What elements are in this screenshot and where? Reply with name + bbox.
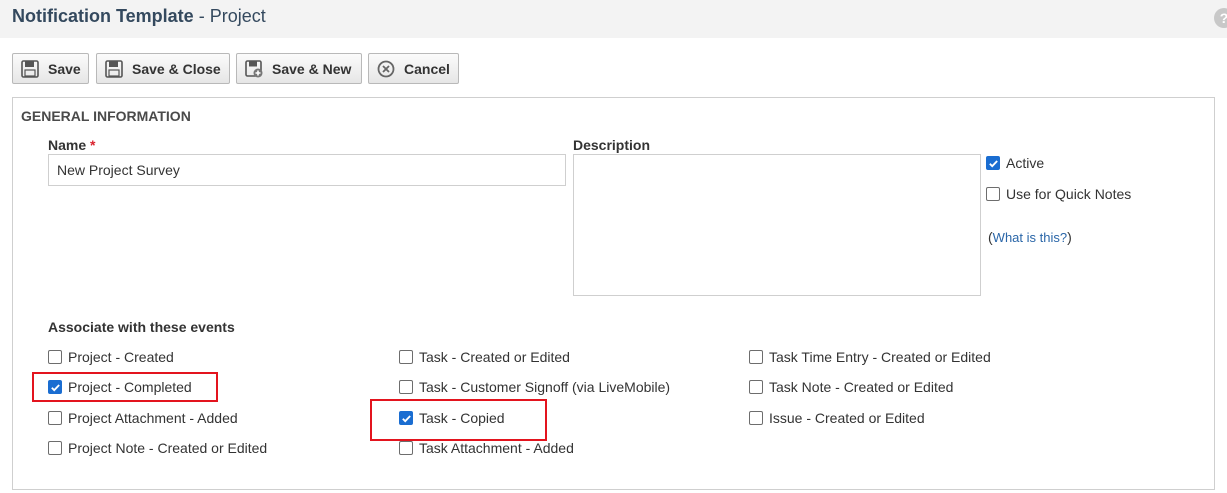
event-label: Task - Customer Signoff (via LiveMobile) (419, 379, 671, 395)
quick-notes-checkbox[interactable]: Use for Quick Notes (986, 186, 1131, 202)
checkbox-empty-icon (749, 411, 763, 425)
floppy-disk-icon (21, 59, 39, 78)
name-label: Name * (48, 137, 95, 153)
description-textarea[interactable] (573, 154, 981, 296)
active-label: Active (1006, 155, 1045, 171)
checkbox-empty-icon (749, 350, 763, 364)
event-checkbox-project-note-created-edited[interactable]: Project Note - Created or Edited (48, 440, 267, 456)
checkbox-empty-icon (749, 380, 763, 394)
event-label: Task Attachment - Added (419, 440, 574, 456)
general-information-panel: GENERAL INFORMATION Name * Description A… (12, 97, 1215, 490)
event-label: Task Note - Created or Edited (769, 379, 954, 395)
event-checkbox-task-time-entry[interactable]: Task Time Entry - Created or Edited (749, 349, 991, 365)
highlight-box-task-copied (370, 399, 547, 441)
name-label-text: Name (48, 137, 87, 153)
event-checkbox-task-created-edited[interactable]: Task - Created or Edited (399, 349, 570, 365)
cancel-button[interactable]: Cancel (368, 53, 459, 84)
page-title: Notification Template - Project (12, 6, 266, 27)
event-checkbox-task-note[interactable]: Task Note - Created or Edited (749, 379, 953, 395)
event-label: Project - Created (68, 349, 174, 365)
cancel-circle-icon (377, 60, 395, 78)
event-label: Task Time Entry - Created or Edited (769, 349, 991, 365)
checkbox-empty-icon (986, 187, 1000, 201)
event-checkbox-project-created[interactable]: Project - Created (48, 349, 174, 365)
page-title-sub: Project (209, 6, 266, 26)
description-label: Description (573, 137, 651, 153)
what-is-this-line: (What is this?) (988, 229, 1072, 245)
save-button-label: Save (48, 60, 81, 77)
floppy-disk-icon (105, 59, 123, 78)
event-checkbox-task-customer-signoff[interactable]: Task - Customer Signoff (via LiveMobile) (399, 379, 670, 395)
what-is-this-link[interactable]: What is this? (993, 230, 1067, 245)
event-checkbox-task-attachment-added[interactable]: Task Attachment - Added (399, 440, 574, 456)
save-close-button[interactable]: Save & Close (96, 53, 230, 84)
event-label: Issue - Created or Edited (769, 410, 925, 426)
events-title: Associate with these events (48, 319, 235, 335)
save-close-button-label: Save & Close (132, 60, 221, 77)
active-checkbox[interactable]: Active (986, 155, 1044, 171)
checkbox-empty-icon (399, 441, 413, 455)
save-button[interactable]: Save (12, 53, 89, 84)
name-input[interactable] (48, 154, 566, 186)
event-checkbox-project-attachment-added[interactable]: Project Attachment - Added (48, 410, 238, 426)
event-label: Project Note - Created or Edited (68, 440, 268, 456)
paren-close: ) (1067, 229, 1072, 245)
event-checkbox-issue-created-edited[interactable]: Issue - Created or Edited (749, 410, 925, 426)
floppy-disk-plus-icon (245, 59, 263, 78)
highlight-box-project-completed (32, 372, 218, 402)
checkbox-empty-icon (48, 441, 62, 455)
event-label: Task - Created or Edited (419, 349, 570, 365)
checkbox-empty-icon (48, 350, 62, 364)
section-title: GENERAL INFORMATION (21, 108, 191, 124)
checkbox-empty-icon (399, 350, 413, 364)
checkbox-empty-icon (48, 411, 62, 425)
checkbox-empty-icon (399, 380, 413, 394)
required-marker: * (90, 137, 96, 153)
event-label: Project Attachment - Added (68, 410, 238, 426)
page-title-separator: - (193, 6, 210, 26)
save-new-button-label: Save & New (272, 60, 352, 77)
save-new-button[interactable]: Save & New (236, 53, 362, 84)
title-bar: Notification Template - Project ? (0, 0, 1227, 38)
quick-notes-label: Use for Quick Notes (1006, 186, 1132, 202)
page-title-main: Notification Template (12, 6, 194, 26)
checkbox-checked-icon (986, 156, 1000, 170)
cancel-button-label: Cancel (404, 60, 450, 77)
help-icon[interactable]: ? (1214, 8, 1227, 28)
